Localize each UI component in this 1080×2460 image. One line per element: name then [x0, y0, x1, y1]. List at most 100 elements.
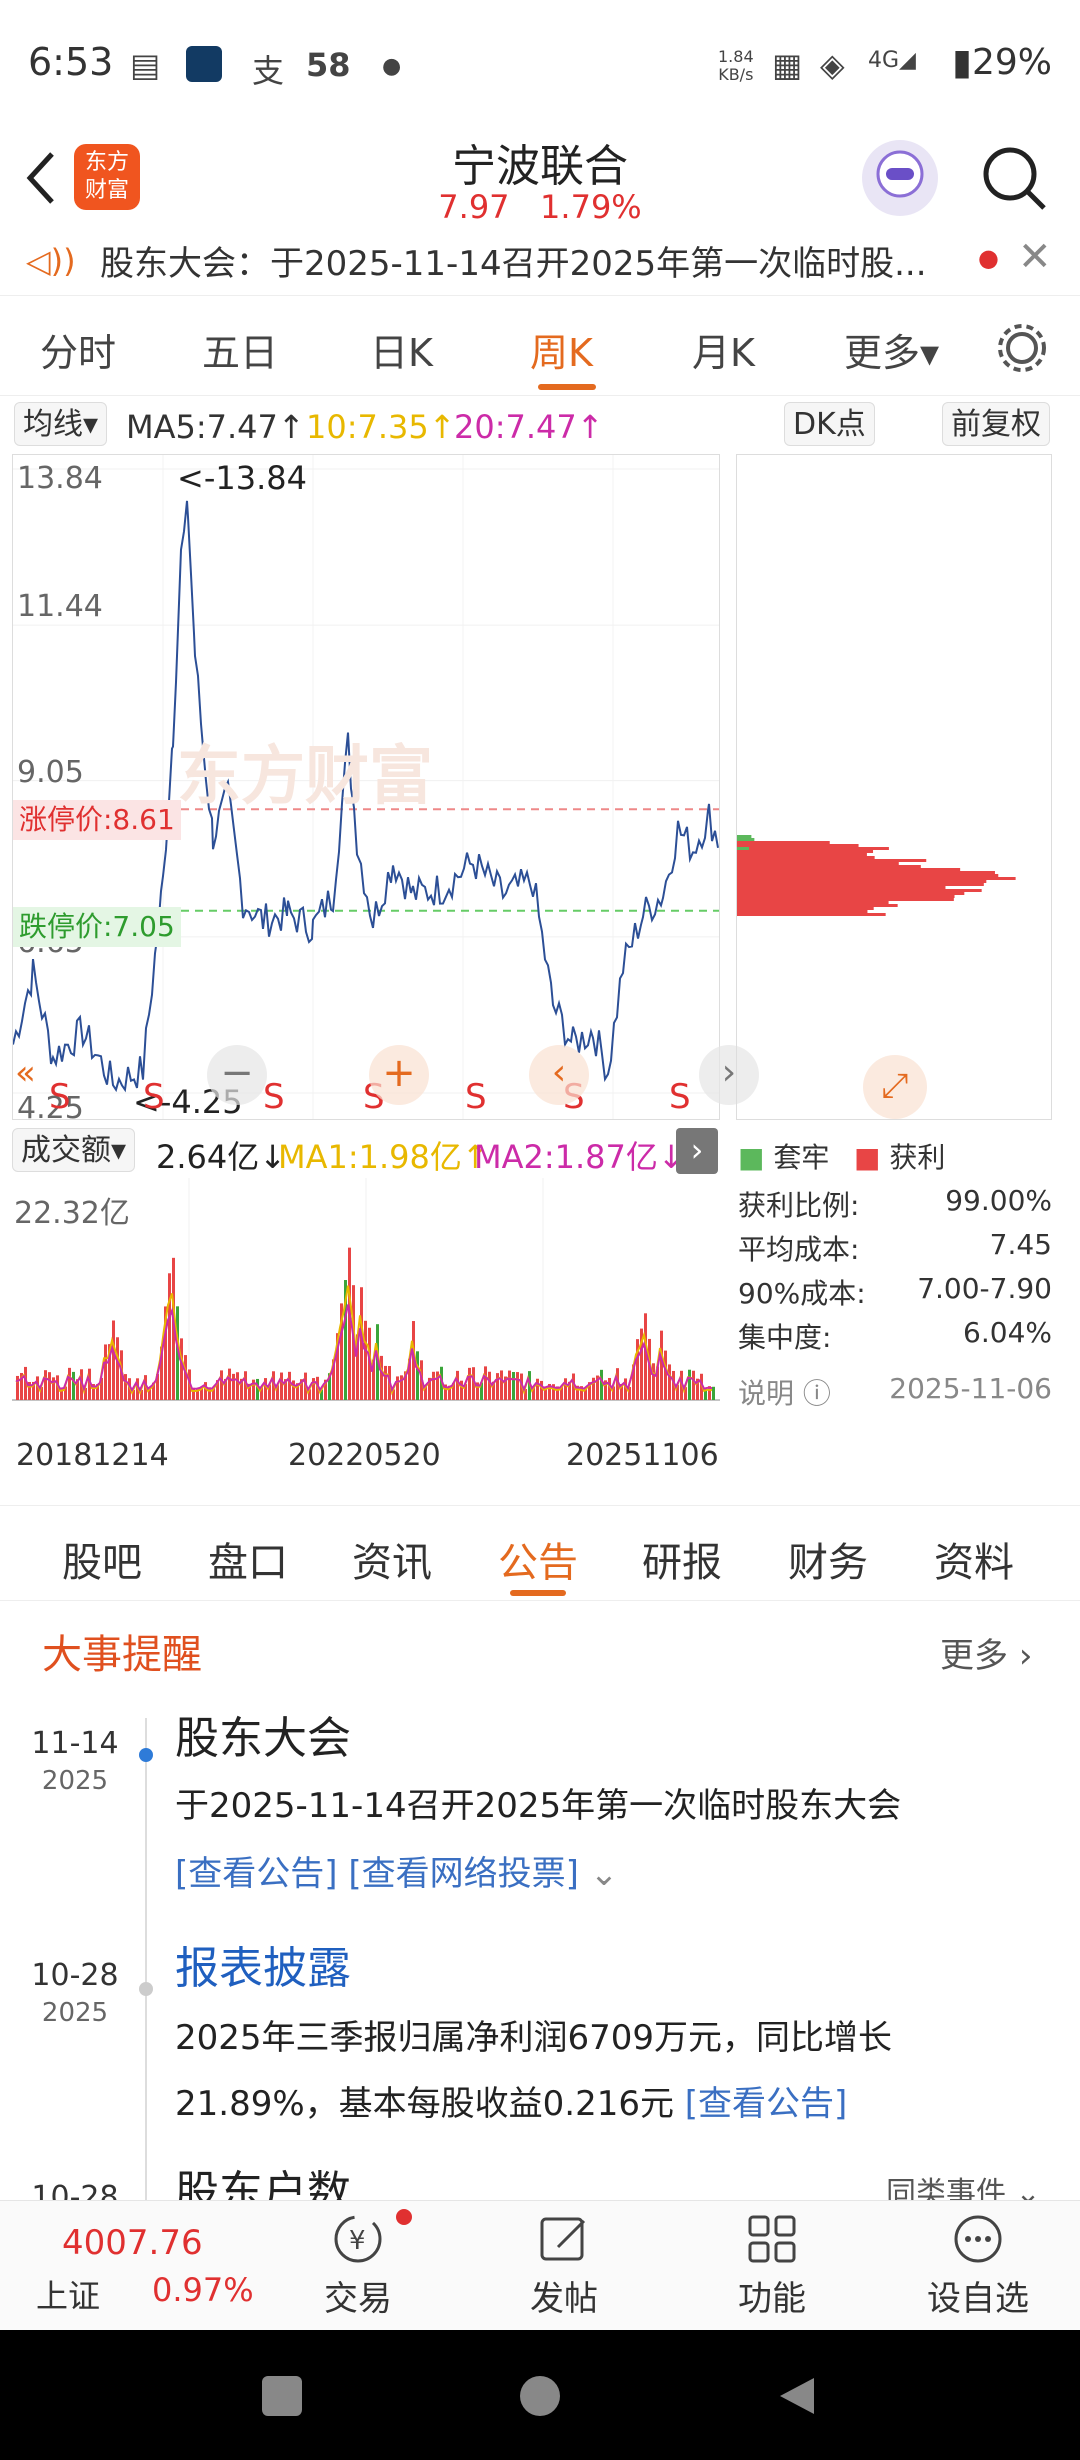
similar-events-link[interactable]: 同类事件 ⌄ [886, 2168, 1041, 2200]
events-more-link[interactable]: 更多 › [940, 1628, 1032, 1677]
watermark: 东方财富 [177, 740, 433, 814]
index-name: 上证 [36, 2277, 101, 2315]
tab-announcements[interactable]: 公告 [498, 1530, 578, 1588]
event-links[interactable]: [查看公告] [查看网络投票] ⌄ [175, 1846, 618, 1895]
adjust-select[interactable]: 前复权 [942, 402, 1050, 446]
legend-profit-label: 获利 [889, 1141, 946, 1174]
events-more-label: 更多 [940, 1636, 1008, 1676]
volume-type-select[interactable]: 成交额▾ [12, 1128, 136, 1172]
event-title[interactable]: 报表披露 [175, 1932, 351, 1996]
scroll-left-button[interactable]: ‹ [529, 1045, 589, 1105]
event-links-text: [查看公告] [查看网络投票] [175, 1854, 579, 1894]
event-date: 11-14 [31, 1726, 119, 1761]
volume-next-button[interactable]: › [676, 1128, 718, 1174]
chip-row-value: 6.04% [963, 1316, 1052, 1349]
chart-controls: 均线▾ MA5:7.47↑ 10:7.35↑ 20:7.47↑ DK点 前复权 [0, 402, 1080, 448]
price-chart[interactable]: 13.84 11.44 9.05 6.65 4.25 <-13.84 <-4.2… [12, 454, 759, 1126]
nav-post[interactable]: 发帖 [504, 2271, 624, 2320]
chevron-down-icon: ⌄ [589, 1854, 619, 1894]
notification-icon: ▤ [130, 46, 161, 84]
x-label-start: 20181214 [16, 1438, 169, 1473]
back-nav-icon[interactable] [774, 2374, 818, 2422]
legend-trapped-swatch: ■ [738, 1141, 765, 1174]
tab-monthly-k[interactable]: 月K [692, 322, 755, 377]
chip-row-key: 90%成本: [738, 1277, 866, 1310]
explain-label: 说明 [738, 1377, 795, 1410]
timeline-dot-active [139, 1748, 153, 1762]
sell-marker: S [263, 1077, 285, 1117]
notice-bar[interactable]: ◁)) 股东大会：于2025-11-14召开2025年第一次临时股... ● ✕ [0, 236, 1080, 296]
recents-icon[interactable] [262, 2376, 302, 2416]
event-text-line2: 21.89%，基本每股收益0.216元 [查看公告] [175, 2076, 847, 2125]
sell-marker: S [465, 1077, 487, 1117]
events-section: 大事提醒 更多 › 11-14 2025 股东大会 于2025-11-14召开2… [0, 1600, 1080, 2200]
signal-icon: 4G◢ [868, 48, 916, 73]
sell-marker: S [143, 1077, 165, 1117]
event-date: 10-28 [31, 1958, 119, 1993]
tab-news[interactable]: 资讯 [352, 1530, 432, 1588]
zoom-out-button[interactable]: − [207, 1045, 267, 1105]
tab-more[interactable]: 更多▾ [844, 322, 939, 377]
nav-add-watchlist[interactable]: 设自选 [918, 2271, 1038, 2320]
expand-icon[interactable]: ⤢ [863, 1055, 927, 1119]
chip-row-value: 7.45 [989, 1228, 1052, 1261]
volume-value: 2.64亿↓ [156, 1138, 287, 1176]
chip-date: 2025-11-06 [889, 1372, 1052, 1405]
robot-assistant-icon[interactable] [862, 140, 938, 216]
dk-point-button[interactable]: DK点 [784, 402, 875, 446]
tab-daily-k[interactable]: 日K [370, 322, 433, 377]
limit-down-label: 跌停价:7.05 [13, 907, 181, 947]
explain-link[interactable]: 说明 ⓘ [738, 1372, 831, 1412]
event-date: 10-28 [31, 2180, 119, 2200]
legend-profit: ■ 获利 [854, 1136, 945, 1176]
chip-row-value: 99.00% [945, 1184, 1052, 1217]
search-button[interactable] [980, 144, 1050, 214]
info-icon: ⓘ [802, 1377, 831, 1410]
sell-marker: S [49, 1077, 71, 1117]
nav-functions[interactable]: 功能 [712, 2271, 832, 2320]
settings-button[interactable] [996, 322, 1048, 374]
legend-profit-swatch: ■ [854, 1141, 881, 1174]
alipay-icon: 支 [252, 52, 285, 90]
app-notification-icon [186, 46, 222, 82]
collapse-left-icon[interactable]: « [15, 1053, 36, 1093]
chevron-down-icon: ⌄ [1015, 2176, 1041, 2200]
stock-price: 7.97 [438, 188, 510, 226]
volume-max-label: 22.32亿 [14, 1196, 130, 1231]
chip-distribution[interactable]: ⤢ [736, 454, 1052, 1120]
tab-five-day[interactable]: 五日 [202, 322, 278, 377]
x-label-mid: 20220520 [288, 1438, 441, 1473]
chip-row-value: 7.00-7.90 [917, 1272, 1052, 1305]
index-change: 0.97% [152, 2271, 254, 2309]
trade-icon[interactable]: ¥ [330, 2211, 386, 2267]
post-icon[interactable] [536, 2211, 592, 2267]
tab-forum[interactable]: 股吧 [62, 1530, 142, 1588]
chevron-right-icon: › [1018, 1636, 1033, 1676]
content-tabs: 股吧 盘口 资讯 公告 研报 财务 资料 [0, 1505, 1080, 1601]
tab-weekly-k[interactable]: 周K [530, 322, 593, 377]
system-nav-bar [0, 2330, 1080, 2460]
event-announcement-link[interactable]: [查看公告] [685, 2084, 848, 2124]
event-year: 2025 [41, 1998, 109, 2028]
ma5-value: MA5:7.47↑ [126, 408, 305, 446]
zoom-in-button[interactable]: + [369, 1045, 429, 1105]
tab-research[interactable]: 研报 [642, 1530, 722, 1588]
legend-trapped: ■ 套牢 [738, 1136, 829, 1176]
chip-row-key: 平均成本: [738, 1233, 860, 1266]
index-value[interactable]: 4007.76 [62, 2223, 203, 2263]
ma20-value: 20:7.47↑ [454, 408, 604, 446]
events-title: 大事提醒 [42, 1632, 202, 1678]
tab-profile[interactable]: 资料 [934, 1530, 1014, 1588]
close-icon[interactable]: ✕ [1018, 236, 1052, 280]
home-icon[interactable] [520, 2376, 560, 2416]
ma-type-select[interactable]: 均线▾ [14, 402, 108, 446]
volume-chart[interactable]: 22.32亿 [12, 1178, 720, 1418]
tab-intraday[interactable]: 分时 [40, 322, 116, 377]
chip-row-key: 集中度: [738, 1321, 832, 1354]
tab-order-book[interactable]: 盘口 [208, 1530, 288, 1588]
add-watchlist-icon[interactable] [950, 2211, 1006, 2267]
tab-finance[interactable]: 财务 [788, 1530, 868, 1588]
event-year: 2025 [41, 1766, 109, 1796]
nav-trade[interactable]: 交易 [298, 2271, 418, 2320]
functions-icon[interactable] [744, 2211, 800, 2267]
